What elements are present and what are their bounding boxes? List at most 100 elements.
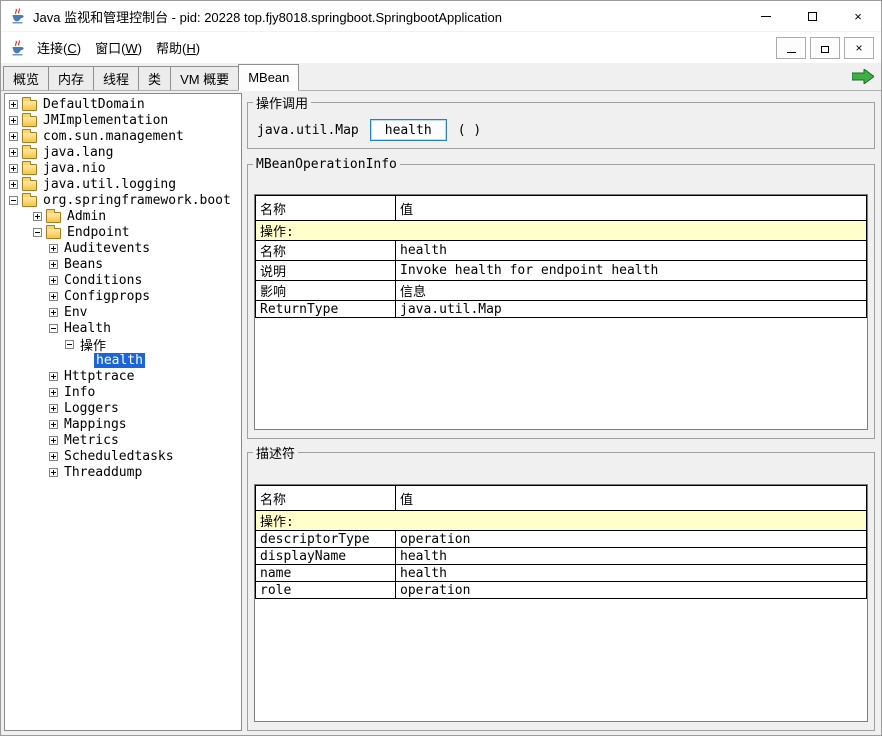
table-row[interactable]: 名称health bbox=[256, 241, 867, 261]
tree-item-label: Httptrace bbox=[62, 369, 136, 384]
tab-内存[interactable]: 内存 bbox=[48, 66, 94, 90]
folder-icon bbox=[22, 116, 37, 127]
maximize-icon bbox=[808, 12, 817, 21]
tree-item-java.util.logging[interactable]: java.util.logging bbox=[5, 176, 241, 192]
tree-item-com.sun.management[interactable]: com.sun.management bbox=[5, 128, 241, 144]
menu-item-h[interactable]: 帮助(H) bbox=[149, 34, 207, 61]
column-header[interactable]: 名称 bbox=[256, 486, 396, 511]
tree-item-label: Health bbox=[62, 321, 113, 336]
tab-类[interactable]: 类 bbox=[138, 66, 171, 90]
tree-item-操作[interactable]: 操作 bbox=[5, 336, 241, 352]
tree-item-Conditions[interactable]: Conditions bbox=[5, 272, 241, 288]
expand-toggle-icon[interactable] bbox=[49, 372, 58, 381]
operation-invoke-title: 操作调用 bbox=[253, 93, 311, 112]
tree-item-label: Metrics bbox=[62, 433, 121, 448]
folder-icon bbox=[22, 132, 37, 143]
operation-row: java.util.Map health ( ) bbox=[248, 112, 874, 141]
tree-item-Loggers[interactable]: Loggers bbox=[5, 400, 241, 416]
expand-toggle-icon[interactable] bbox=[49, 468, 58, 477]
tree-item-Scheduledtasks[interactable]: Scheduledtasks bbox=[5, 448, 241, 464]
cell-value: java.util.Map bbox=[396, 301, 867, 318]
mbean-detail-panel: 操作调用 java.util.Map health ( ) MBeanOpera… bbox=[245, 91, 877, 731]
tree-item-JMImplementation[interactable]: JMImplementation bbox=[5, 112, 241, 128]
tab-线程[interactable]: 线程 bbox=[93, 66, 139, 90]
expand-toggle-icon[interactable] bbox=[49, 452, 58, 461]
expand-toggle-icon[interactable] bbox=[49, 244, 58, 253]
table-row[interactable]: ReturnTypejava.util.Map bbox=[256, 301, 867, 318]
tab-MBean[interactable]: MBean bbox=[238, 64, 299, 91]
tree-item-Metrics[interactable]: Metrics bbox=[5, 432, 241, 448]
tree-item-Admin[interactable]: Admin bbox=[5, 208, 241, 224]
tree-item-DefaultDomain[interactable]: DefaultDomain bbox=[5, 96, 241, 112]
menu-item-c[interactable]: 连接(C) bbox=[30, 34, 88, 61]
tree-item-Env[interactable]: Env bbox=[5, 304, 241, 320]
mdi-minimize-button[interactable] bbox=[776, 37, 806, 59]
table-row[interactable]: 操作: bbox=[256, 511, 867, 531]
table-row[interactable]: roleoperation bbox=[256, 582, 867, 599]
tree-item-Threaddump[interactable]: Threaddump bbox=[5, 464, 241, 480]
minimize-button[interactable] bbox=[743, 1, 789, 31]
mdi-minimize-icon bbox=[787, 52, 796, 53]
tree-item-Mappings[interactable]: Mappings bbox=[5, 416, 241, 432]
tree-item-Auditevents[interactable]: Auditevents bbox=[5, 240, 241, 256]
collapse-toggle-icon[interactable] bbox=[9, 196, 18, 205]
table-row[interactable]: 说明Invoke health for endpoint health bbox=[256, 261, 867, 281]
operation_info-table: 名称值操作:名称health说明Invoke health for endpoi… bbox=[255, 195, 867, 318]
tab-VM 概要[interactable]: VM 概要 bbox=[170, 66, 239, 90]
expand-toggle-icon[interactable] bbox=[9, 148, 18, 157]
menu-item-w[interactable]: 窗口(W) bbox=[88, 34, 149, 61]
collapse-toggle-icon[interactable] bbox=[33, 228, 42, 237]
tree-item-org.springframework.boot[interactable]: org.springframework.boot bbox=[5, 192, 241, 208]
expand-toggle-icon[interactable] bbox=[49, 260, 58, 269]
tree-item-label: health bbox=[94, 353, 145, 368]
expand-toggle-icon[interactable] bbox=[9, 132, 18, 141]
expand-toggle-icon[interactable] bbox=[49, 388, 58, 397]
tree-item-Beans[interactable]: Beans bbox=[5, 256, 241, 272]
table-row[interactable]: displayNamehealth bbox=[256, 548, 867, 565]
expand-toggle-icon[interactable] bbox=[9, 180, 18, 189]
column-header[interactable]: 名称 bbox=[256, 196, 396, 221]
expand-toggle-icon[interactable] bbox=[33, 212, 42, 221]
table-row[interactable]: descriptorTypeoperation bbox=[256, 531, 867, 548]
column-header[interactable]: 值 bbox=[396, 486, 867, 511]
column-header[interactable]: 值 bbox=[396, 196, 867, 221]
expand-toggle-icon[interactable] bbox=[49, 404, 58, 413]
expand-toggle-icon[interactable] bbox=[9, 100, 18, 109]
tree-item-Endpoint[interactable]: Endpoint bbox=[5, 224, 241, 240]
tree-item-label: java.util.logging bbox=[41, 177, 178, 192]
close-button[interactable]: × bbox=[835, 1, 881, 31]
table-row[interactable]: 操作: bbox=[256, 221, 867, 241]
tree-item-java.nio[interactable]: java.nio bbox=[5, 160, 241, 176]
expand-toggle-icon[interactable] bbox=[49, 308, 58, 317]
tree-item-Configprops[interactable]: Configprops bbox=[5, 288, 241, 304]
expand-toggle-icon[interactable] bbox=[49, 276, 58, 285]
tree-item-label: 操作 bbox=[78, 335, 108, 354]
tree-item-Health[interactable]: Health bbox=[5, 320, 241, 336]
maximize-button[interactable] bbox=[789, 1, 835, 31]
expand-toggle-icon[interactable] bbox=[9, 116, 18, 125]
tree-item-Info[interactable]: Info bbox=[5, 384, 241, 400]
expand-toggle-icon[interactable] bbox=[49, 436, 58, 445]
menu-item-label: ) bbox=[196, 41, 200, 56]
window-title: Java 监视和管理控制台 - pid: 20228 top.fjy8018.s… bbox=[33, 7, 502, 26]
tree-item-label: Scheduledtasks bbox=[62, 449, 176, 464]
table-row[interactable]: 影响信息 bbox=[256, 281, 867, 301]
mdi-window-controls: × bbox=[776, 37, 874, 59]
tree-item-label: Loggers bbox=[62, 401, 121, 416]
expand-toggle-icon[interactable] bbox=[9, 164, 18, 173]
health-operation-button[interactable]: health bbox=[370, 119, 447, 141]
tree-item-Httptrace[interactable]: Httptrace bbox=[5, 368, 241, 384]
expand-toggle-icon[interactable] bbox=[49, 292, 58, 301]
cell-name: role bbox=[256, 582, 396, 599]
menu-item-label: H bbox=[186, 41, 195, 56]
collapse-toggle-icon[interactable] bbox=[49, 324, 58, 333]
mdi-restore-button[interactable] bbox=[810, 37, 840, 59]
cell-name: 名称 bbox=[256, 241, 396, 261]
collapse-toggle-icon[interactable] bbox=[65, 340, 74, 349]
tree-item-java.lang[interactable]: java.lang bbox=[5, 144, 241, 160]
expand-toggle-icon[interactable] bbox=[49, 420, 58, 429]
tree-item-health[interactable]: health bbox=[5, 352, 241, 368]
tab-概览[interactable]: 概览 bbox=[3, 66, 49, 90]
table-row[interactable]: namehealth bbox=[256, 565, 867, 582]
mdi-close-button[interactable]: × bbox=[844, 37, 874, 59]
